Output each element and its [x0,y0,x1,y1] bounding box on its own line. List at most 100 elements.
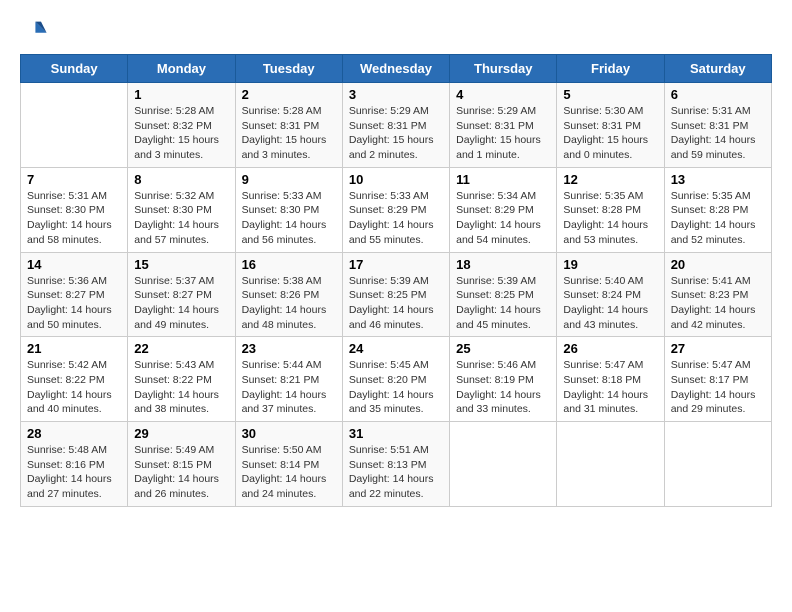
cell-info: Sunrise: 5:30 AMSunset: 8:31 PMDaylight:… [563,104,657,163]
day-number: 18 [456,257,550,272]
calendar-cell: 4Sunrise: 5:29 AMSunset: 8:31 PMDaylight… [450,83,557,168]
cell-info: Sunrise: 5:51 AMSunset: 8:13 PMDaylight:… [349,443,443,502]
calendar-cell: 28 Sunrise: 5:48 AMSunset: 8:16 PMDayligh… [21,422,128,507]
calendar-cell: 7 Sunrise: 5:31 AMSunset: 8:30 PMDaylight… [21,167,128,252]
day-number: 9 [242,172,336,187]
header-friday: Friday [557,55,664,83]
day-number: 25 [456,341,550,356]
calendar-cell: 31 Sunrise: 5:51 AMSunset: 8:13 PMDayligh… [342,422,449,507]
cell-info: Sunrise: 5:47 AMSunset: 8:17 PMDaylight:… [671,358,765,417]
calendar-cell: 24 Sunrise: 5:45 AMSunset: 8:20 PMDayligh… [342,337,449,422]
day-number: 30 [242,426,336,441]
day-number: 7 [27,172,121,187]
page-header [20,16,772,44]
cell-info: Sunrise: 5:40 AMSunset: 8:24 PMDaylight:… [563,274,657,333]
day-number: 2 [242,87,336,102]
cell-info: Sunrise: 5:33 AMSunset: 8:29 PMDaylight:… [349,189,443,248]
header-wednesday: Wednesday [342,55,449,83]
cell-info: Sunrise: 5:31 AMSunset: 8:31 PMDaylight:… [671,104,765,163]
logo [20,16,52,44]
cell-info: Sunrise: 5:48 AMSunset: 8:16 PMDaylight:… [27,443,121,502]
cell-info: Sunrise: 5:29 AMSunset: 8:31 PMDaylight:… [349,104,443,163]
day-number: 11 [456,172,550,187]
header-row: SundayMondayTuesdayWednesdayThursdayFrid… [21,55,772,83]
calendar-cell: 30 Sunrise: 5:50 AMSunset: 8:14 PMDayligh… [235,422,342,507]
day-number: 14 [27,257,121,272]
calendar-cell [664,422,771,507]
calendar-cell: 26 Sunrise: 5:47 AMSunset: 8:18 PMDayligh… [557,337,664,422]
day-number: 26 [563,341,657,356]
calendar-cell: 9 Sunrise: 5:33 AMSunset: 8:30 PMDaylight… [235,167,342,252]
header-monday: Monday [128,55,235,83]
header-saturday: Saturday [664,55,771,83]
cell-info: Sunrise: 5:47 AMSunset: 8:18 PMDaylight:… [563,358,657,417]
calendar-cell: 12Sunrise: 5:35 AMSunset: 8:28 PMDayligh… [557,167,664,252]
day-number: 31 [349,426,443,441]
calendar-cell [450,422,557,507]
cell-info: Sunrise: 5:38 AMSunset: 8:26 PMDaylight:… [242,274,336,333]
cell-info: Sunrise: 5:50 AMSunset: 8:14 PMDaylight:… [242,443,336,502]
calendar-cell: 2 Sunrise: 5:28 AMSunset: 8:31 PMDaylight… [235,83,342,168]
calendar-cell: 6 Sunrise: 5:31 AMSunset: 8:31 PMDaylight… [664,83,771,168]
calendar-week-5: 28 Sunrise: 5:48 AMSunset: 8:16 PMDayligh… [21,422,772,507]
cell-info: Sunrise: 5:43 AMSunset: 8:22 PMDaylight:… [134,358,228,417]
day-number: 6 [671,87,765,102]
cell-info: Sunrise: 5:46 AMSunset: 8:19 PMDaylight:… [456,358,550,417]
cell-info: Sunrise: 5:34 AMSunset: 8:29 PMDaylight:… [456,189,550,248]
cell-info: Sunrise: 5:39 AMSunset: 8:25 PMDaylight:… [349,274,443,333]
day-number: 19 [563,257,657,272]
cell-info: Sunrise: 5:39 AMSunset: 8:25 PMDaylight:… [456,274,550,333]
calendar-cell: 23Sunrise: 5:44 AMSunset: 8:21 PMDayligh… [235,337,342,422]
day-number: 17 [349,257,443,272]
cell-info: Sunrise: 5:28 AMSunset: 8:32 PMDaylight:… [134,104,228,163]
cell-info: Sunrise: 5:41 AMSunset: 8:23 PMDaylight:… [671,274,765,333]
day-number: 8 [134,172,228,187]
day-number: 15 [134,257,228,272]
header-sunday: Sunday [21,55,128,83]
calendar-cell: 8 Sunrise: 5:32 AMSunset: 8:30 PMDaylight… [128,167,235,252]
calendar-cell: 19 Sunrise: 5:40 AMSunset: 8:24 PMDayligh… [557,252,664,337]
cell-info: Sunrise: 5:35 AMSunset: 8:28 PMDaylight:… [671,189,765,248]
calendar-cell: 20 Sunrise: 5:41 AMSunset: 8:23 PMDayligh… [664,252,771,337]
day-number: 1 [134,87,228,102]
day-number: 23 [242,341,336,356]
cell-info: Sunrise: 5:42 AMSunset: 8:22 PMDaylight:… [27,358,121,417]
header-thursday: Thursday [450,55,557,83]
calendar-week-2: 7 Sunrise: 5:31 AMSunset: 8:30 PMDaylight… [21,167,772,252]
cell-info: Sunrise: 5:31 AMSunset: 8:30 PMDaylight:… [27,189,121,248]
day-number: 28 [27,426,121,441]
logo-icon [20,16,48,44]
day-number: 5 [563,87,657,102]
calendar-body: 1 Sunrise: 5:28 AMSunset: 8:32 PMDaylight… [21,83,772,507]
day-number: 10 [349,172,443,187]
calendar-cell: 18 Sunrise: 5:39 AMSunset: 8:25 PMDayligh… [450,252,557,337]
cell-info: Sunrise: 5:37 AMSunset: 8:27 PMDaylight:… [134,274,228,333]
cell-info: Sunrise: 5:49 AMSunset: 8:15 PMDaylight:… [134,443,228,502]
cell-info: Sunrise: 5:32 AMSunset: 8:30 PMDaylight:… [134,189,228,248]
calendar-cell: 16 Sunrise: 5:38 AMSunset: 8:26 PMDayligh… [235,252,342,337]
calendar-cell [557,422,664,507]
cell-info: Sunrise: 5:29 AMSunset: 8:31 PMDaylight:… [456,104,550,163]
day-number: 22 [134,341,228,356]
header-tuesday: Tuesday [235,55,342,83]
calendar-header: SundayMondayTuesdayWednesdayThursdayFrid… [21,55,772,83]
day-number: 24 [349,341,443,356]
day-number: 13 [671,172,765,187]
day-number: 21 [27,341,121,356]
day-number: 16 [242,257,336,272]
calendar-cell: 21 Sunrise: 5:42 AMSunset: 8:22 PMDayligh… [21,337,128,422]
calendar-cell: 13 Sunrise: 5:35 AMSunset: 8:28 PMDayligh… [664,167,771,252]
cell-info: Sunrise: 5:33 AMSunset: 8:30 PMDaylight:… [242,189,336,248]
cell-info: Sunrise: 5:28 AMSunset: 8:31 PMDaylight:… [242,104,336,163]
calendar-cell: 5 Sunrise: 5:30 AMSunset: 8:31 PMDaylight… [557,83,664,168]
cell-info: Sunrise: 5:45 AMSunset: 8:20 PMDaylight:… [349,358,443,417]
calendar-cell: 29Sunrise: 5:49 AMSunset: 8:15 PMDayligh… [128,422,235,507]
calendar-cell: 25 Sunrise: 5:46 AMSunset: 8:19 PMDayligh… [450,337,557,422]
day-number: 27 [671,341,765,356]
day-number: 20 [671,257,765,272]
calendar-week-1: 1 Sunrise: 5:28 AMSunset: 8:32 PMDaylight… [21,83,772,168]
calendar-week-3: 14Sunrise: 5:36 AMSunset: 8:27 PMDayligh… [21,252,772,337]
calendar-cell: 1 Sunrise: 5:28 AMSunset: 8:32 PMDaylight… [128,83,235,168]
calendar-cell: 27 Sunrise: 5:47 AMSunset: 8:17 PMDayligh… [664,337,771,422]
calendar-cell: 11 Sunrise: 5:34 AMSunset: 8:29 PMDayligh… [450,167,557,252]
